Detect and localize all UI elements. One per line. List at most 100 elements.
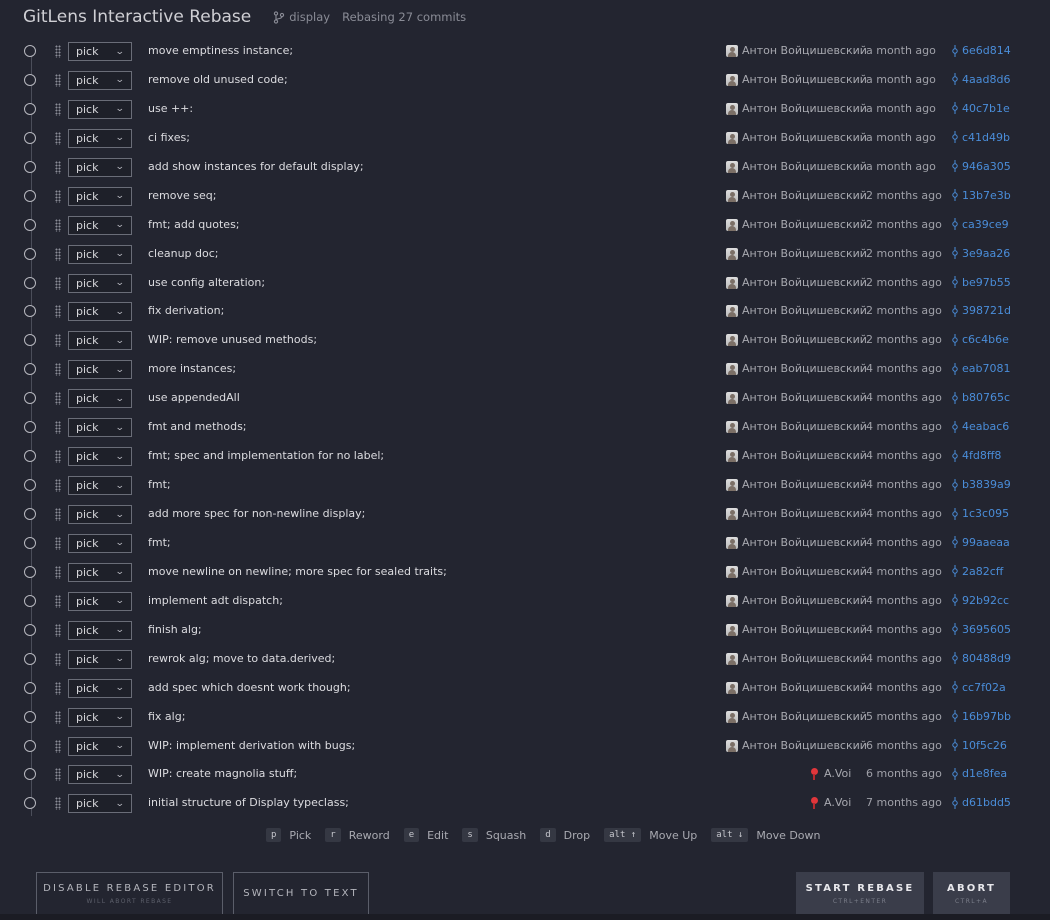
action-select[interactable]: pick ⌄ <box>68 128 132 148</box>
action-select[interactable]: pick ⌄ <box>68 505 132 524</box>
drag-handle-icon[interactable] <box>55 652 61 666</box>
drag-handle-icon[interactable] <box>55 102 61 116</box>
drag-handle-icon[interactable] <box>55 797 61 811</box>
rebase-entry[interactable]: pick ⌄ add more spec for non-newline displ… <box>0 501 1050 530</box>
commit-sha-link[interactable]: c6c4b6e <box>952 333 1009 346</box>
drag-handle-icon[interactable] <box>55 160 61 174</box>
action-select[interactable]: pick ⌄ <box>68 649 132 669</box>
drag-handle-icon[interactable] <box>55 363 61 377</box>
action-select[interactable]: pick ⌄ <box>68 99 132 119</box>
commit-sha-link[interactable]: c41d49b <box>952 131 1010 144</box>
action-select[interactable]: pick ⌄ <box>68 476 132 496</box>
drag-handle-icon[interactable] <box>55 710 61 724</box>
commit-sha-link[interactable]: 80488d9 <box>952 652 1011 665</box>
action-select[interactable]: pick ⌄ <box>68 42 132 61</box>
drag-handle-icon[interactable] <box>55 739 61 753</box>
action-select[interactable]: pick ⌄ <box>68 331 132 351</box>
drag-handle-icon[interactable] <box>55 421 61 435</box>
action-select[interactable]: pick ⌄ <box>68 447 132 467</box>
rebase-entry[interactable]: pick ⌄ cleanup doc; Антон Войцишевский 2 mon… <box>0 241 1050 270</box>
drag-handle-icon[interactable] <box>55 594 61 608</box>
rebase-entry[interactable]: pick ⌄ more instances; Антон Войцишевский 4 … <box>0 356 1050 385</box>
drag-handle-icon[interactable] <box>55 565 61 579</box>
action-select[interactable]: pick ⌄ <box>68 707 132 727</box>
commit-sha-link[interactable]: 92b92cc <box>952 594 1009 607</box>
commit-sha-link[interactable]: eab7081 <box>952 362 1011 375</box>
commit-sha-link[interactable]: 3e9aa26 <box>952 247 1010 260</box>
commit-sha-link[interactable]: 2a82cff <box>952 565 1003 578</box>
action-select[interactable]: pick ⌄ <box>68 157 132 177</box>
drag-handle-icon[interactable] <box>55 623 61 637</box>
commit-sha-link[interactable]: 3695605 <box>952 623 1011 636</box>
drag-handle-icon[interactable] <box>55 392 61 406</box>
rebase-entry[interactable]: pick ⌄ WIP: remove unused methods; Антон Во… <box>0 327 1050 356</box>
action-select[interactable]: pick ⌄ <box>68 678 132 698</box>
rebase-entry[interactable]: pick ⌄ fix alg; Антон Войцишевский 5 months … <box>0 704 1050 733</box>
rebase-entry[interactable]: pick ⌄ WIP: implement derivation with bugs… <box>0 733 1050 762</box>
drag-handle-icon[interactable] <box>55 218 61 232</box>
rebase-entry[interactable]: pick ⌄ WIP: create magnolia stuff; A.Voi 6 m… <box>0 761 1050 790</box>
drag-handle-icon[interactable] <box>55 536 61 550</box>
rebase-entry[interactable]: pick ⌄ use appendedAll Антон Войцишевский 4 … <box>0 385 1050 414</box>
rebase-entry[interactable]: pick ⌄ add spec which doesnt work though; А… <box>0 675 1050 704</box>
commit-sha-link[interactable]: 16b97bb <box>952 710 1011 723</box>
rebase-entry[interactable]: pick ⌄ use ++: Антон Войцишевский a month ag… <box>0 96 1050 125</box>
commit-sha-link[interactable]: ca39ce9 <box>952 218 1009 231</box>
commit-sha-link[interactable]: 13b7e3b <box>952 189 1011 202</box>
rebase-entry[interactable]: pick ⌄ fmt; add quotes; Антон Войцишевский 2… <box>0 212 1050 241</box>
action-select[interactable]: pick ⌄ <box>68 389 132 409</box>
action-select[interactable]: pick ⌄ <box>68 591 132 611</box>
rebase-entry[interactable]: pick ⌄ implement adt dispatch; Антон Войциш… <box>0 588 1050 617</box>
rebase-entry[interactable]: pick ⌄ initial structure of Display typecl… <box>0 790 1050 819</box>
action-select[interactable]: pick ⌄ <box>68 794 132 814</box>
action-select[interactable]: pick ⌄ <box>68 244 132 264</box>
rebase-entry[interactable]: pick ⌄ fmt; spec and implementation for no… <box>0 443 1050 472</box>
rebase-entry[interactable]: pick ⌄ move emptiness instance; Антон Войци… <box>0 38 1050 67</box>
drag-handle-icon[interactable] <box>55 305 61 319</box>
drag-handle-icon[interactable] <box>55 73 61 87</box>
disable-rebase-editor-button[interactable]: DISABLE REBASE EDITOR WILL ABORT REBASE <box>36 872 223 915</box>
rebase-entry[interactable]: pick ⌄ fmt and methods; Антон Войцишевский 4… <box>0 414 1050 443</box>
rebase-entry[interactable]: pick ⌄ fmt; Антон Войцишевский 4 months ago 9… <box>0 530 1050 559</box>
action-select[interactable]: pick ⌄ <box>68 360 132 380</box>
action-select[interactable]: pick ⌄ <box>68 70 132 90</box>
abort-button[interactable]: ABORT CTRL+A <box>933 872 1010 915</box>
action-select[interactable]: pick ⌄ <box>68 620 132 640</box>
commit-sha-link[interactable]: 40c7b1e <box>952 102 1010 115</box>
commit-sha-link[interactable]: b3839a9 <box>952 478 1011 491</box>
drag-handle-icon[interactable] <box>55 45 61 58</box>
action-select[interactable]: pick ⌄ <box>68 418 132 438</box>
drag-handle-icon[interactable] <box>55 247 61 261</box>
rebase-entry[interactable]: pick ⌄ fix derivation; Антон Войцишевский 2 … <box>0 298 1050 327</box>
rebase-entry[interactable]: pick ⌄ remove old unused code; Антон Войциш… <box>0 67 1050 96</box>
start-rebase-button[interactable]: START REBASE CTRL+ENTER <box>796 872 924 915</box>
drag-handle-icon[interactable] <box>55 450 61 464</box>
action-select[interactable]: pick ⌄ <box>68 765 132 785</box>
rebase-entry[interactable]: pick ⌄ add show instances for default disp… <box>0 154 1050 183</box>
commit-sha-link[interactable]: 398721d <box>952 304 1011 317</box>
drag-handle-icon[interactable] <box>55 131 61 145</box>
action-select[interactable]: pick ⌄ <box>68 533 132 553</box>
action-select[interactable]: pick ⌄ <box>68 273 132 293</box>
rebase-entry[interactable]: pick ⌄ move newline on newline; more spec … <box>0 559 1050 588</box>
drag-handle-icon[interactable] <box>55 681 61 695</box>
action-select[interactable]: pick ⌄ <box>68 302 132 322</box>
drag-handle-icon[interactable] <box>55 768 61 782</box>
commit-sha-link[interactable]: 10f5c26 <box>952 739 1007 752</box>
drag-handle-icon[interactable] <box>55 334 61 348</box>
drag-handle-icon[interactable] <box>55 508 61 521</box>
action-select[interactable]: pick ⌄ <box>68 562 132 582</box>
rebase-entry[interactable]: pick ⌄ ci fixes; Антон Войцишевский a month … <box>0 125 1050 154</box>
commit-sha-link[interactable]: be97b55 <box>952 276 1011 289</box>
commit-sha-link[interactable]: 4eabac6 <box>952 420 1009 433</box>
action-select[interactable]: pick ⌄ <box>68 186 132 206</box>
commit-sha-link[interactable]: 6e6d814 <box>952 44 1011 57</box>
action-select[interactable]: pick ⌄ <box>68 736 132 756</box>
commit-sha-link[interactable]: d61bdd5 <box>952 796 1011 809</box>
commit-sha-link[interactable]: cc7f02a <box>952 681 1006 694</box>
commit-sha-link[interactable]: 946a305 <box>952 160 1011 173</box>
rebase-entry[interactable]: pick ⌄ use config alteration; Антон Войцише… <box>0 270 1050 299</box>
commit-sha-link[interactable]: b80765c <box>952 391 1010 404</box>
commit-sha-link[interactable]: d1e8fea <box>952 767 1007 780</box>
drag-handle-icon[interactable] <box>55 276 61 290</box>
